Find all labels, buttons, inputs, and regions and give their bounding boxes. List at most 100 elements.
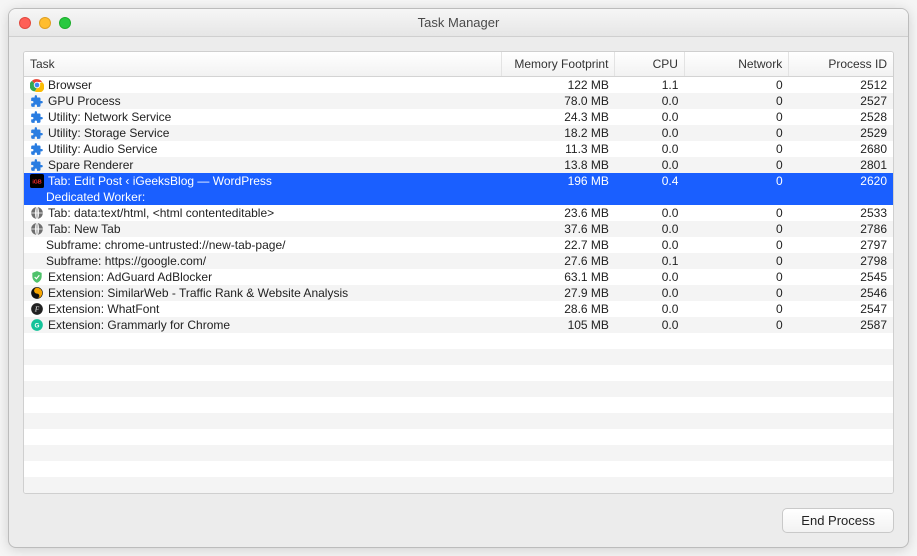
table-row[interactable]: FExtension: WhatFont28.6 MB0.002547 <box>24 301 893 317</box>
col-task[interactable]: Task <box>24 52 502 77</box>
table-row-empty <box>24 429 893 445</box>
f-icon: F <box>30 302 44 316</box>
cell-cpu: 0.0 <box>615 93 685 109</box>
end-process-button[interactable]: End Process <box>782 508 894 533</box>
cell-memory: 78.0 MB <box>502 93 615 109</box>
table-row[interactable]: Browser122 MB1.102512 <box>24 77 893 94</box>
col-pid[interactable]: Process ID <box>789 52 893 77</box>
task-name: Subframe: https://google.com/ <box>46 254 206 268</box>
table-row-empty <box>24 381 893 397</box>
close-icon[interactable] <box>19 17 31 29</box>
cell-network: 0 <box>684 285 788 301</box>
cell-pid <box>789 189 893 205</box>
task-name: Utility: Storage Service <box>48 126 169 140</box>
cell-pid: 2545 <box>789 269 893 285</box>
task-table-container: Task Memory Footprint CPU Network Proces… <box>23 51 894 494</box>
table-row[interactable]: Utility: Storage Service18.2 MB0.002529 <box>24 125 893 141</box>
table-row-empty <box>24 461 893 477</box>
task-name: Utility: Audio Service <box>48 142 157 156</box>
cell-network: 0 <box>684 221 788 237</box>
zoom-icon[interactable] <box>59 17 71 29</box>
cell-pid: 2587 <box>789 317 893 333</box>
table-row-empty <box>24 349 893 365</box>
window-title: Task Manager <box>9 15 908 30</box>
minimize-icon[interactable] <box>39 17 51 29</box>
table-row[interactable]: Spare Renderer13.8 MB0.002801 <box>24 157 893 173</box>
svg-text:G: G <box>35 322 40 329</box>
cell-memory: 37.6 MB <box>502 221 615 237</box>
table-row[interactable]: Subframe: chrome-untrusted://new-tab-pag… <box>24 237 893 253</box>
cell-pid: 2801 <box>789 157 893 173</box>
table-row[interactable]: iGB Tab: Edit Post ‹ iGeeksBlog — WordPre… <box>24 173 893 189</box>
cell-memory: 23.6 MB <box>502 205 615 221</box>
cell-memory: 105 MB <box>502 317 615 333</box>
window-content: Task Memory Footprint CPU Network Proces… <box>9 37 908 547</box>
cell-cpu: 0.0 <box>615 237 685 253</box>
cell-network: 0 <box>684 173 788 189</box>
table-row[interactable]: GPU Process78.0 MB0.002527 <box>24 93 893 109</box>
table-row-empty <box>24 445 893 461</box>
cell-cpu: 0.1 <box>615 253 685 269</box>
cell-memory: 11.3 MB <box>502 141 615 157</box>
task-name: Extension: SimilarWeb - Traffic Rank & W… <box>48 286 348 300</box>
cell-cpu: 1.1 <box>615 77 685 94</box>
table-row[interactable]: Utility: Network Service 24.3 MB0.002528 <box>24 109 893 125</box>
cell-cpu: 0.0 <box>615 221 685 237</box>
cell-memory: 18.2 MB <box>502 125 615 141</box>
puzzle-icon <box>30 158 44 172</box>
table-row[interactable]: Extension: SimilarWeb - Traffic Rank & W… <box>24 285 893 301</box>
cell-memory: 24.3 MB <box>502 109 615 125</box>
col-memory[interactable]: Memory Footprint <box>502 52 615 77</box>
cell-network: 0 <box>684 109 788 125</box>
task-name: Extension: Grammarly for Chrome <box>48 318 230 332</box>
swirl-icon <box>30 286 44 300</box>
cell-pid: 2786 <box>789 221 893 237</box>
globe-icon <box>30 206 44 220</box>
cell-pid: 2533 <box>789 205 893 221</box>
table-row[interactable]: Tab: data:text/html, <html contenteditab… <box>24 205 893 221</box>
table-row[interactable]: Dedicated Worker: <box>24 189 893 205</box>
task-table[interactable]: Task Memory Footprint CPU Network Proces… <box>24 52 893 493</box>
cell-pid: 2797 <box>789 237 893 253</box>
task-name: Tab: data:text/html, <html contenteditab… <box>48 206 274 220</box>
cell-network: 0 <box>684 317 788 333</box>
cell-cpu: 0.0 <box>615 125 685 141</box>
table-row[interactable]: Tab: New Tab 37.6 MB0.002786 <box>24 221 893 237</box>
cell-pid: 2798 <box>789 253 893 269</box>
task-name: GPU Process <box>48 94 121 108</box>
puzzle-icon <box>30 142 44 156</box>
task-name: Extension: AdGuard AdBlocker <box>48 270 212 284</box>
table-row-empty <box>24 477 893 493</box>
table-row[interactable]: Utility: Audio Service11.3 MB0.002680 <box>24 141 893 157</box>
titlebar[interactable]: Task Manager <box>9 9 908 37</box>
igb-icon: iGB <box>30 174 44 188</box>
task-name: Utility: Network Service <box>48 110 171 124</box>
cell-cpu: 0.0 <box>615 269 685 285</box>
cell-cpu: 0.0 <box>615 109 685 125</box>
cell-network: 0 <box>684 301 788 317</box>
task-name: Tab: New Tab <box>48 222 121 236</box>
cell-cpu: 0.0 <box>615 317 685 333</box>
globe-icon <box>30 222 44 236</box>
table-row-empty <box>24 333 893 349</box>
cell-memory: 22.7 MB <box>502 237 615 253</box>
cell-memory: 63.1 MB <box>502 269 615 285</box>
cell-memory <box>502 189 615 205</box>
cell-cpu: 0.0 <box>615 141 685 157</box>
col-cpu[interactable]: CPU <box>615 52 685 77</box>
cell-network: 0 <box>684 125 788 141</box>
cell-pid: 2528 <box>789 109 893 125</box>
col-network[interactable]: Network <box>684 52 788 77</box>
chrome-icon <box>30 78 44 92</box>
task-name: Extension: WhatFont <box>48 302 159 316</box>
table-row[interactable]: G Extension: Grammarly for Chrome 105 MB0.… <box>24 317 893 333</box>
table-header-row: Task Memory Footprint CPU Network Proces… <box>24 52 893 77</box>
task-name: Subframe: chrome-untrusted://new-tab-pag… <box>46 238 285 252</box>
cell-network: 0 <box>684 269 788 285</box>
table-row[interactable]: Extension: AdGuard AdBlocker 63.1 MB0.002… <box>24 269 893 285</box>
table-row[interactable]: Subframe: https://google.com/27.6 MB0.10… <box>24 253 893 269</box>
puzzle-icon <box>30 110 44 124</box>
cell-pid: 2620 <box>789 173 893 189</box>
task-name: Tab: Edit Post ‹ iGeeksBlog — WordPress <box>48 174 272 188</box>
cell-memory: 13.8 MB <box>502 157 615 173</box>
